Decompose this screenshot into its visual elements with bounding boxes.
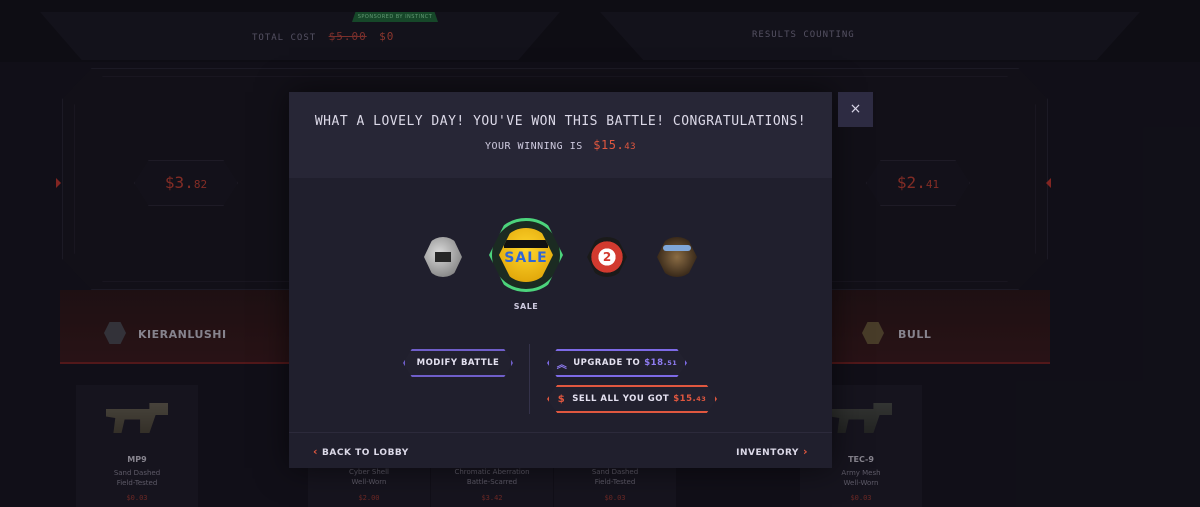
chevron-left-icon: ‹ — [313, 445, 319, 458]
back-to-lobby-label: BACK TO LOBBY — [322, 448, 409, 458]
back-to-lobby-link[interactable]: ‹ BACK TO LOBBY — [313, 445, 409, 458]
prize-sticker-bull[interactable] — [657, 237, 697, 277]
modify-battle-button[interactable]: MODIFY BATTLE — [403, 349, 513, 377]
upgrade-amount-main: $18. — [644, 358, 668, 368]
prize-sticker-gauge[interactable]: 2 — [587, 237, 627, 277]
sell-amount: $15.43 — [673, 394, 706, 404]
prize-gray-detail — [435, 252, 451, 262]
sunglasses-icon — [504, 240, 548, 248]
win-modal: WHAT A LOVELY DAY! YOU'VE WON THIS BATTL… — [289, 92, 832, 468]
sell-all-button[interactable]: $ SELL ALL YOU GOT $15.43 — [547, 385, 717, 413]
upgrade-label: UPGRADE TO — [573, 358, 641, 368]
upgrade-button[interactable]: ︽ UPGRADE TO $18.51 — [547, 349, 687, 377]
upgrade-amount-cents: 51 — [667, 359, 678, 367]
actions-divider — [529, 344, 530, 414]
inventory-link[interactable]: INVENTORY › — [736, 445, 808, 458]
winning-amount: $15.43 — [593, 138, 636, 152]
sell-amount-main: $15. — [673, 394, 697, 404]
bull-horn-icon — [663, 245, 691, 251]
modal-title: WHAT A LOVELY DAY! YOU'VE WON THIS BATTL… — [314, 114, 807, 129]
prize-sticker-gray[interactable] — [424, 237, 462, 277]
chevron-right-icon: › — [802, 445, 808, 458]
winning-amount-cents: 43 — [624, 142, 637, 152]
upgrade-chevrons-icon: ︽ — [556, 359, 568, 371]
winning-label: YOUR WINNING IS — [484, 141, 583, 152]
sell-amount-cents: 43 — [696, 395, 707, 403]
featured-prize-label: SALE — [513, 302, 539, 311]
inventory-label: INVENTORY — [736, 448, 799, 458]
sell-label: SELL ALL YOU GOT — [572, 394, 670, 404]
modal-footer: ‹ BACK TO LOBBY INVENTORY › — [289, 432, 832, 468]
modal-header: WHAT A LOVELY DAY! YOU'VE WON THIS BATTL… — [289, 92, 832, 178]
featured-prize-text: SALE — [504, 250, 548, 266]
modify-battle-label: MODIFY BATTLE — [416, 358, 500, 368]
dollar-icon: $ — [557, 393, 566, 405]
winning-line: YOUR WINNING IS $15.43 — [289, 138, 832, 152]
gauge-text: 2 — [602, 250, 612, 264]
upgrade-amount: $18.51 — [644, 358, 677, 368]
close-icon[interactable]: × — [838, 92, 873, 127]
winning-amount-main: $15. — [593, 138, 625, 152]
